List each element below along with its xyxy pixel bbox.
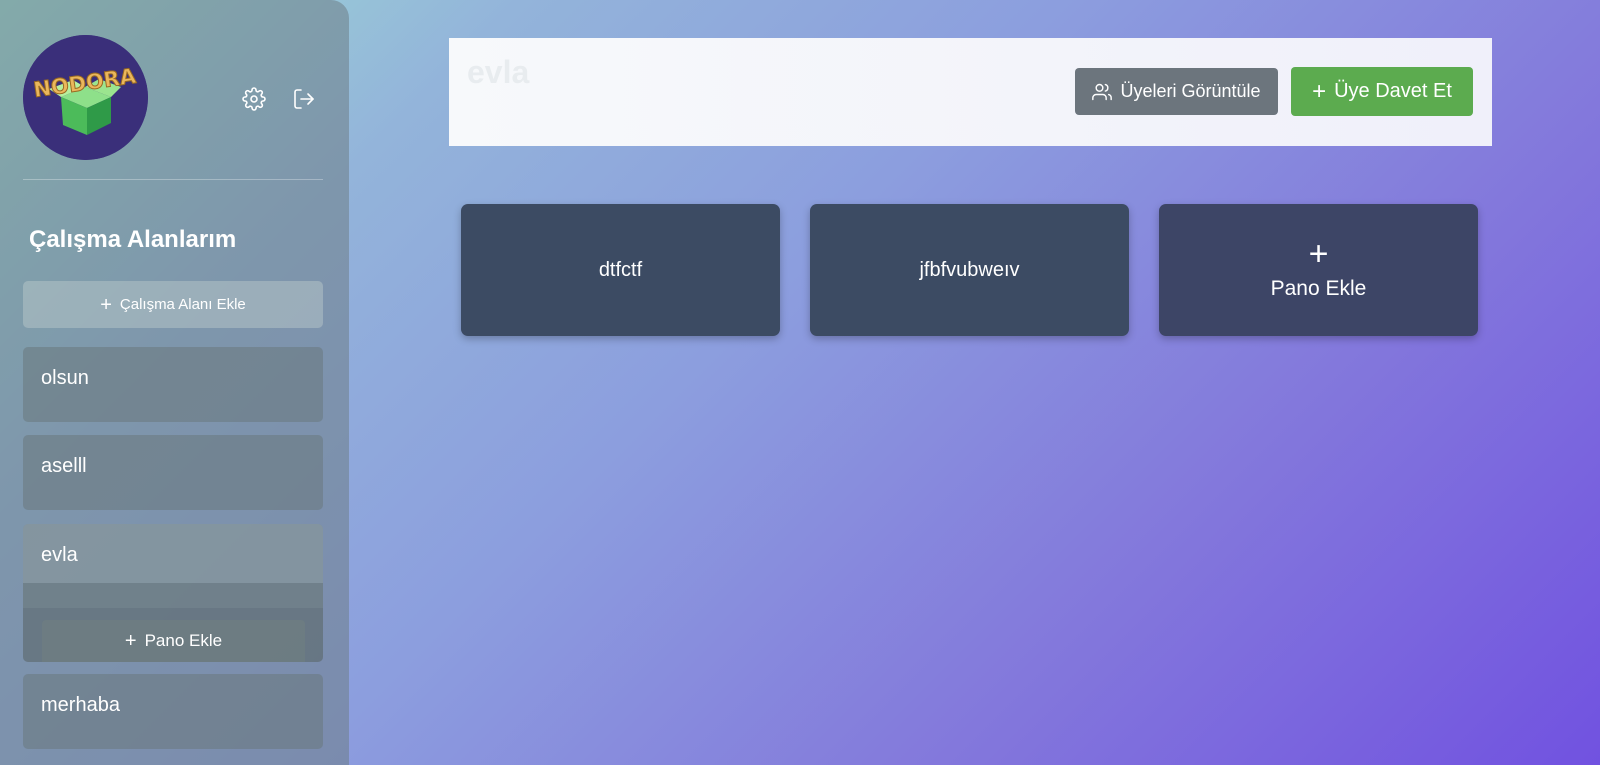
invite-member-button[interactable]: + Üye Davet Et [1291,67,1473,116]
view-members-label: Üyeleri Görüntüle [1120,81,1261,101]
plus-icon: + [100,293,112,316]
workspace-boards-list [23,583,323,608]
workspace-name: olsun [41,367,89,389]
view-members-button[interactable]: Üyeleri Görüntüle [1075,68,1278,115]
workspace-name: evla [41,544,78,566]
plus-icon: + [1312,77,1327,105]
settings-button[interactable] [239,84,269,114]
plus-icon: + [124,630,137,652]
workspace-name: aselll [41,455,87,477]
workspaces-heading: Çalışma Alanlarım [29,226,237,253]
add-workspace-button[interactable]: + Çalışma Alanı Ekle [23,281,323,328]
sidebar-divider [23,179,323,180]
sidebar-add-board-label: Pano Ekle [144,631,223,650]
workspace-item-merhaba[interactable]: merhaba [23,674,323,749]
sidebar: NODORA Çalışma Alanlarım + Çalışma Alanı… [0,0,349,765]
board-card[interactable]: dtfctf [461,204,780,336]
board-card[interactable]: jfbfvubweıv [810,204,1129,336]
gear-icon [242,87,266,111]
add-board-card[interactable]: + Pano Ekle [1159,204,1478,336]
sidebar-add-board-button[interactable]: + Pano Ekle [42,620,305,662]
workspace-item-evla: evla + Pano Ekle [23,524,323,662]
workspace-item-aselll[interactable]: aselll [23,435,323,510]
logo-box-icon: NODORA [23,35,148,160]
workspace-actions: + Pano Ekle [23,608,323,662]
workspace-header-evla[interactable]: evla [23,524,323,583]
page-title: evla [467,54,530,90]
logout-icon [294,89,314,109]
invite-member-label: Üye Davet Et [1334,80,1452,102]
add-workspace-label: Çalışma Alanı Ekle [119,296,246,313]
logout-button[interactable] [289,84,319,114]
board-name: jfbfvubweıv [919,258,1020,281]
board-name: dtfctf [598,258,643,281]
app-logo[interactable]: NODORA [23,35,148,160]
users-icon [1092,83,1113,100]
plus-icon: + [1308,235,1329,273]
workspace-item-olsun[interactable]: olsun [23,347,323,422]
workspace-header: evla Üyeleri Görüntüle + Üye Davet Et [449,38,1492,146]
add-board-label: Pano Ekle [1270,277,1367,300]
workspace-name: merhaba [41,694,120,716]
